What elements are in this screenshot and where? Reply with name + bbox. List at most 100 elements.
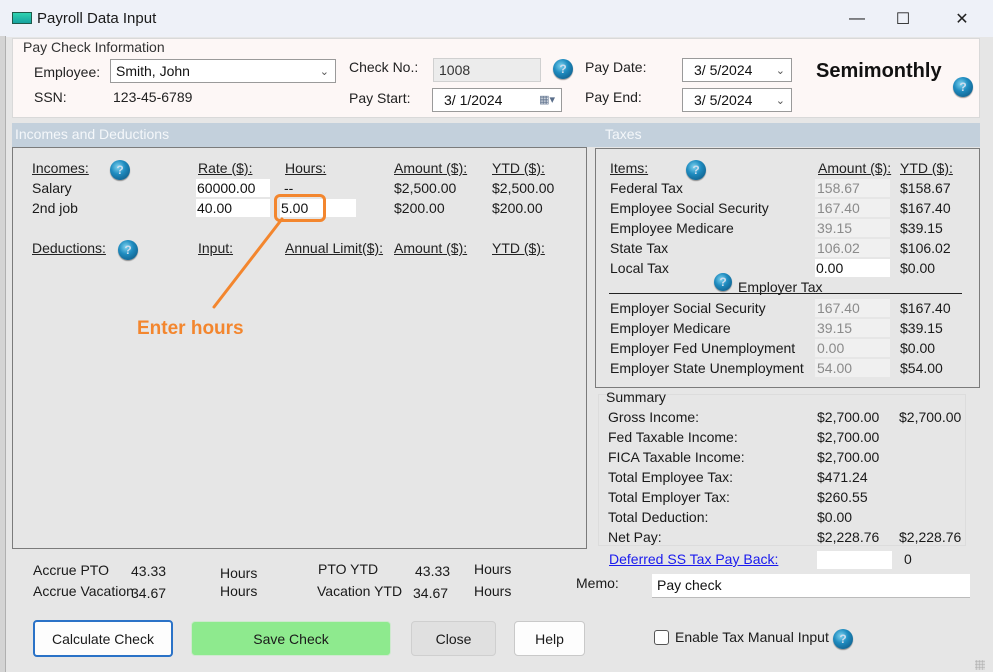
summary-ytd: $2,228.76 <box>899 529 962 545</box>
check-no-label: Check No.: <box>349 59 419 75</box>
accrue-pto-value: 43.33 <box>131 563 167 579</box>
vacation-ytd-value: 34.67 <box>413 585 449 601</box>
accrue-vacation-unit: Hours <box>220 583 258 599</box>
taxes-header: Taxes <box>590 123 980 147</box>
incomes-help-icon[interactable]: ? <box>110 160 130 180</box>
tax-ytd: $167.40 <box>900 200 951 216</box>
summary-label: Total Deduction: <box>608 509 709 525</box>
employer-tax-item-name: Employer Fed Unemployment <box>610 340 796 356</box>
tax-ytd-header: YTD ($): <box>900 160 953 176</box>
employer-tax-item-name: Employer Medicare <box>610 320 731 336</box>
tax-amount-field: 106.02 <box>815 239 890 257</box>
enable-tax-manual-input-label: Enable Tax Manual Input <box>675 629 829 645</box>
rate-header: Rate ($): <box>198 160 253 176</box>
income-name: 2nd job <box>32 200 78 216</box>
tax-item-name: Federal Tax <box>610 180 683 196</box>
employer-tax-amount-field: 167.40 <box>815 299 890 317</box>
tax-ytd: $39.15 <box>900 220 943 236</box>
chevron-down-icon: ⌄ <box>319 66 329 78</box>
calendar-icon[interactable]: ▦▾ <box>539 91 555 109</box>
calculate-check-button[interactable]: Calculate Check <box>33 620 173 657</box>
pay-start-date-picker[interactable]: 3/ 1/2024 ▦▾ <box>432 88 562 112</box>
pay-date-select[interactable]: 3/ 5/2024 ⌄ <box>682 58 792 82</box>
pto-ytd-label: PTO YTD <box>318 561 379 577</box>
summary-label: Total Employer Tax: <box>608 489 730 505</box>
summary-label: Fed Taxable Income: <box>608 429 738 445</box>
summary-value: $2,700.00 <box>817 449 880 465</box>
summary-title: Summary <box>606 389 666 405</box>
manual-input-help-icon[interactable]: ? <box>833 629 853 649</box>
deferred-ss-tax-input[interactable] <box>817 551 892 569</box>
tax-amount-field: 167.40 <box>815 199 890 217</box>
ytd-header: YTD ($): <box>492 160 545 176</box>
pay-frequency-help-icon[interactable]: ? <box>953 77 973 97</box>
vacation-ytd-label: Vacation YTD <box>317 583 403 599</box>
summary-label: Gross Income: <box>608 409 700 425</box>
pay-end-select[interactable]: 3/ 5/2024 ⌄ <box>682 88 792 112</box>
tax-ytd: $106.02 <box>900 240 951 256</box>
summary-label: Net Pay: <box>608 529 662 545</box>
deductions-help-icon[interactable]: ? <box>118 240 138 260</box>
employer-tax-item-name: Employer State Unemployment <box>610 360 804 376</box>
memo-label: Memo: <box>576 575 619 591</box>
annotation-arrow-line <box>212 217 284 309</box>
taxes-help-icon[interactable]: ? <box>686 160 706 180</box>
employer-tax-amount-field: 0.00 <box>815 339 890 357</box>
tax-item-name: Local Tax <box>610 260 669 276</box>
summary-label: Total Employee Tax: <box>608 469 734 485</box>
deductions-header: Deductions: <box>32 240 106 256</box>
employer-tax-ytd: $39.15 <box>900 320 943 336</box>
tax-item-name: Employee Medicare <box>610 220 734 236</box>
tax-amount-field: 158.67 <box>815 179 890 197</box>
window-title: Payroll Data Input <box>37 10 157 27</box>
memo-input[interactable]: Pay check <box>652 574 970 598</box>
save-check-button[interactable]: Save Check <box>191 621 391 656</box>
amount-header: Amount ($): <box>394 160 468 176</box>
app-icon <box>12 12 32 24</box>
help-button[interactable]: Help <box>514 621 585 656</box>
accrue-pto-label: Accrue PTO <box>33 562 109 578</box>
income-ytd: $200.00 <box>492 200 543 216</box>
employer-tax-amount-field: 39.15 <box>815 319 890 337</box>
income-rate-input[interactable]: 60000.00 <box>196 179 270 197</box>
summary-ytd: $2,700.00 <box>899 409 962 425</box>
close-window-button[interactable]: ✕ <box>939 0 985 37</box>
tax-item-name: State Tax <box>610 240 669 256</box>
accrue-vacation-value: 34.67 <box>131 585 167 601</box>
employee-select[interactable]: Smith, John ⌄ <box>110 59 336 83</box>
employer-tax-help-icon[interactable]: ? <box>714 273 732 291</box>
pay-frequency: Semimonthly <box>816 60 942 82</box>
income-ytd: $2,500.00 <box>492 180 555 196</box>
tax-ytd: $158.67 <box>900 180 951 196</box>
chevron-down-icon: ⌄ <box>775 65 785 77</box>
enable-tax-manual-input-checkbox[interactable] <box>654 630 669 645</box>
summary-value: $2,700.00 <box>817 409 880 425</box>
income-amount: $2,500.00 <box>394 180 457 196</box>
ssn-label: SSN: <box>34 89 67 105</box>
tax-amount-input[interactable]: 0.00 <box>815 259 890 277</box>
accrue-vacation-label: Accrue Vacation <box>33 583 134 599</box>
annual-limit-header: Annual Limit($): <box>285 240 384 256</box>
check-no-help-icon[interactable]: ? <box>553 59 573 79</box>
incomes-deductions-header: Incomes and Deductions <box>12 123 590 147</box>
deferred-ss-tax-link[interactable]: Deferred SS Tax Pay Back: <box>609 551 778 567</box>
summary-value: $260.55 <box>817 489 868 505</box>
maximize-button[interactable]: ☐ <box>880 0 926 37</box>
pay-start-label: Pay Start: <box>349 90 411 106</box>
check-no-field[interactable]: 1008 <box>433 58 541 82</box>
pay-date-label: Pay Date: <box>585 59 647 75</box>
tax-amount-field: 39.15 <box>815 219 890 237</box>
employee-value: Smith, John <box>116 63 190 79</box>
employer-tax-amount-field: 54.00 <box>815 359 890 377</box>
annotation-text: Enter hours <box>137 318 244 339</box>
resize-grip[interactable] <box>975 660 985 670</box>
summary-value: $2,228.76 <box>817 529 880 545</box>
tax-ytd: $0.00 <box>900 260 936 276</box>
ssn-value: 123-45-6789 <box>113 89 193 105</box>
vacation-ytd-unit: Hours <box>474 583 512 599</box>
minimize-button[interactable]: — <box>834 0 880 37</box>
pto-ytd-value: 43.33 <box>415 563 451 579</box>
chevron-down-icon: ⌄ <box>775 95 785 107</box>
tax-item-name: Employee Social Security <box>610 200 769 216</box>
close-button[interactable]: Close <box>411 621 496 656</box>
